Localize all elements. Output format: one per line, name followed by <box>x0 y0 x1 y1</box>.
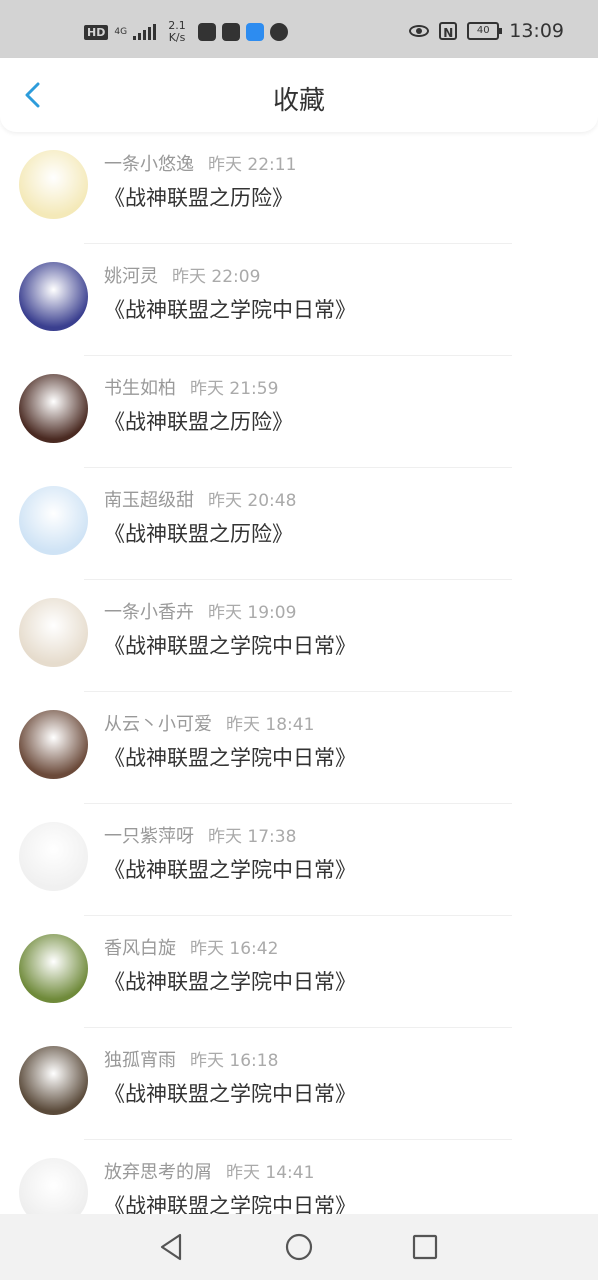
item-meta: 独孤宵雨 昨天 16:18 <box>104 1046 278 1072</box>
timestamp: 昨天 22:11 <box>208 155 297 175</box>
user-name[interactable]: 从云丶小可爱 <box>104 714 212 735</box>
list-item[interactable]: 香风白旋 昨天 16:42 《战神联盟之学院中日常》 <box>0 916 598 1028</box>
book-title[interactable]: 《战神联盟之历险》 <box>104 518 293 548</box>
item-meta: 一只紫萍呀 昨天 17:38 <box>104 822 296 848</box>
list-item[interactable]: 独孤宵雨 昨天 16:18 《战神联盟之学院中日常》 <box>0 1028 598 1140</box>
list-item[interactable]: 姚河灵 昨天 22:09 《战神联盟之学院中日常》 <box>0 244 598 356</box>
user-name[interactable]: 独孤宵雨 <box>104 1050 176 1071</box>
book-title[interactable]: 《战神联盟之历险》 <box>104 182 293 212</box>
timestamp: 昨天 19:09 <box>208 603 297 623</box>
book-title[interactable]: 《战神联盟之学院中日常》 <box>104 966 356 996</box>
list-item[interactable]: 南玉超级甜 昨天 20:48 《战神联盟之历险》 <box>0 468 598 580</box>
app-notification-icon <box>198 23 217 41</box>
user-name[interactable]: 一条小香卉 <box>104 602 194 623</box>
clock: 13:09 <box>509 20 564 42</box>
nav-home-icon[interactable] <box>284 1232 314 1262</box>
item-meta: 香风白旋 昨天 16:42 <box>104 934 278 960</box>
list-item[interactable]: 从云丶小可爱 昨天 18:41 《战神联盟之学院中日常》 <box>0 692 598 804</box>
user-name[interactable]: 放弃思考的屑 <box>104 1162 212 1183</box>
status-bar: HD 4G 2.1 K/s N 40 13:09 <box>0 0 598 58</box>
item-meta: 一条小悠逸 昨天 22:11 <box>104 150 296 176</box>
avatar[interactable] <box>19 710 88 779</box>
status-right: N 40 13:09 <box>409 20 564 42</box>
timestamp: 昨天 16:42 <box>190 939 279 959</box>
message-icon <box>270 23 289 41</box>
timestamp: 昨天 20:48 <box>208 491 297 511</box>
user-name[interactable]: 书生如柏 <box>104 378 176 399</box>
avatar[interactable] <box>19 598 88 667</box>
nfc-icon: N <box>439 22 458 40</box>
avatar[interactable] <box>19 150 88 219</box>
avatar[interactable] <box>19 486 88 555</box>
battery-icon: 40 <box>467 22 503 40</box>
system-nav-bar <box>0 1214 598 1280</box>
user-name[interactable]: 南玉超级甜 <box>104 490 194 511</box>
page-title: 收藏 <box>272 86 325 116</box>
book-title[interactable]: 《战神联盟之学院中日常》 <box>104 1190 356 1214</box>
favorites-list: 一条小悠逸 昨天 22:11 《战神联盟之历险》 姚河灵 昨天 22:09 《战神联盟之学… <box>0 132 598 1214</box>
header: 收藏 <box>0 58 598 132</box>
avatar[interactable] <box>19 934 88 1003</box>
avatar[interactable] <box>19 1158 88 1214</box>
timestamp: 昨天 22:09 <box>172 267 261 287</box>
list-item[interactable]: 放弃思考的屑 昨天 14:41 《战神联盟之学院中日常》 <box>0 1140 598 1214</box>
avatar[interactable] <box>19 262 88 331</box>
book-title[interactable]: 《战神联盟之历险》 <box>104 406 293 436</box>
timestamp: 昨天 14:41 <box>226 1163 315 1183</box>
list-item[interactable]: 一只紫萍呀 昨天 17:38 《战神联盟之学院中日常》 <box>0 804 598 916</box>
timestamp: 昨天 18:41 <box>226 715 315 735</box>
item-meta: 书生如柏 昨天 21:59 <box>104 374 278 400</box>
eye-icon <box>409 25 430 37</box>
book-title[interactable]: 《战神联盟之学院中日常》 <box>104 630 356 660</box>
wechat-icon <box>222 23 241 41</box>
user-name[interactable]: 姚河灵 <box>104 266 158 287</box>
item-meta: 一条小香卉 昨天 19:09 <box>104 598 296 624</box>
nav-recents-icon[interactable] <box>410 1232 440 1262</box>
item-meta: 姚河灵 昨天 22:09 <box>104 262 260 288</box>
book-title[interactable]: 《战神联盟之学院中日常》 <box>104 854 356 884</box>
network-speed: 2.1 K/s <box>162 20 192 44</box>
cloud-icon <box>246 23 265 41</box>
list-item[interactable]: 书生如柏 昨天 21:59 《战神联盟之历险》 <box>0 356 598 468</box>
timestamp: 昨天 21:59 <box>190 379 279 399</box>
list-item[interactable]: 一条小悠逸 昨天 22:11 《战神联盟之历险》 <box>0 132 598 244</box>
item-meta: 放弃思考的屑 昨天 14:41 <box>104 1158 314 1184</box>
book-title[interactable]: 《战神联盟之学院中日常》 <box>104 1078 356 1108</box>
book-title[interactable]: 《战神联盟之学院中日常》 <box>104 742 356 772</box>
speed-unit: K/s <box>168 31 186 44</box>
timestamp: 昨天 17:38 <box>208 827 297 847</box>
avatar[interactable] <box>19 1046 88 1115</box>
hd-badge: HD <box>84 24 109 40</box>
list-item[interactable]: 一条小香卉 昨天 19:09 《战神联盟之学院中日常》 <box>0 580 598 692</box>
avatar[interactable] <box>19 822 88 891</box>
timestamp: 昨天 16:18 <box>190 1051 279 1071</box>
item-meta: 从云丶小可爱 昨天 18:41 <box>104 710 314 736</box>
user-name[interactable]: 香风白旋 <box>104 938 176 959</box>
status-left: HD 4G 2.1 K/s <box>84 20 289 44</box>
network-type: 4G <box>114 27 128 37</box>
user-name[interactable]: 一只紫萍呀 <box>104 826 194 847</box>
signal-icon <box>133 24 157 40</box>
item-meta: 南玉超级甜 昨天 20:48 <box>104 486 296 512</box>
nav-back-icon[interactable] <box>156 1232 186 1262</box>
user-name[interactable]: 一条小悠逸 <box>104 154 194 175</box>
avatar[interactable] <box>19 374 88 443</box>
book-title[interactable]: 《战神联盟之学院中日常》 <box>104 294 356 324</box>
